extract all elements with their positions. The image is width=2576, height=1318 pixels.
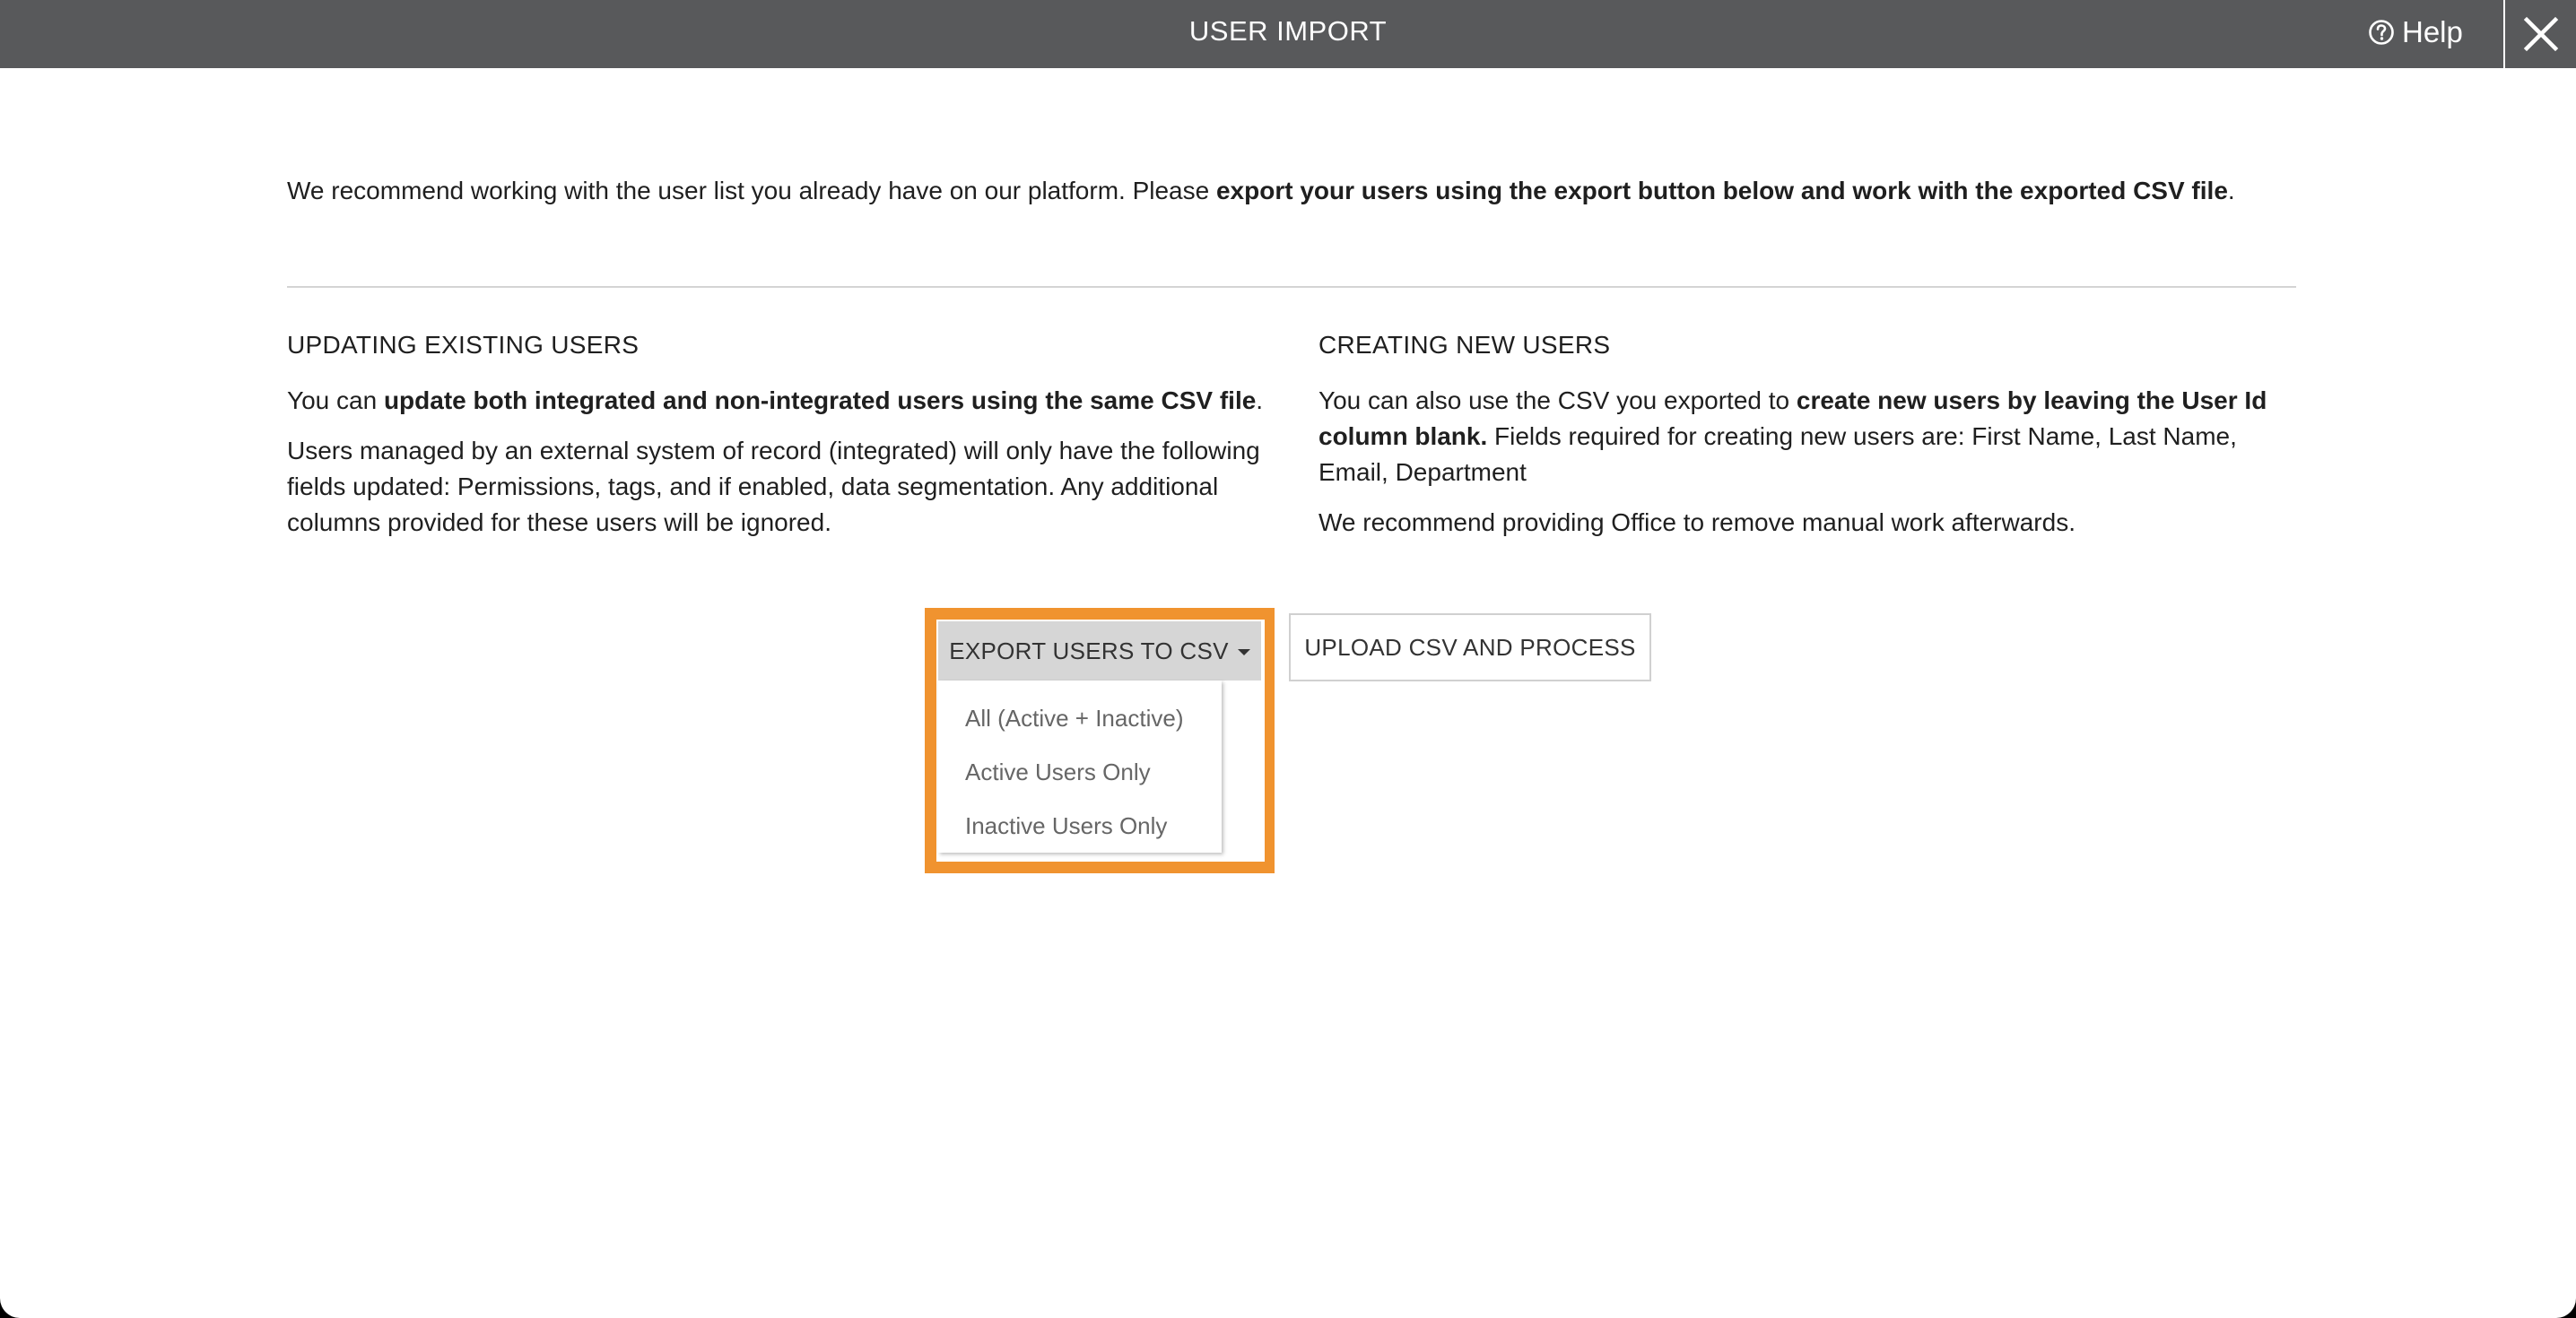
creating-users-paragraph-2: We recommend providing Office to remove … — [1318, 508, 2076, 536]
creating-p1-before: You can also use the CSV you exported to — [1318, 386, 1797, 414]
help-label: Help — [2402, 15, 2463, 48]
caret-down-icon — [1237, 649, 1250, 655]
menu-item-active-users[interactable]: Active Users Only — [938, 745, 1222, 799]
updating-p1-after: . — [1256, 386, 1264, 414]
dialog-title: USER IMPORT — [1188, 15, 1388, 47]
close-icon — [2523, 16, 2558, 52]
intro-text-before: We recommend working with the user list … — [287, 177, 1216, 204]
updating-users-paragraph-2: Users managed by an external system of r… — [287, 437, 1260, 536]
menu-item-all-users[interactable]: All (Active + Inactive) — [938, 691, 1222, 745]
creating-users-heading: CREATING NEW USERS — [1318, 331, 1611, 359]
updating-users-heading: UPDATING EXISTING USERS — [287, 331, 640, 359]
intro-text-after: . — [2227, 177, 2235, 204]
close-button[interactable] — [2505, 0, 2576, 68]
question-circle-icon — [2369, 20, 2394, 45]
upload-csv-button[interactable]: UPLOAD CSV AND PROCESS — [1289, 613, 1651, 681]
dialog-header: USER IMPORT Help — [0, 0, 2576, 68]
help-button[interactable]: Help — [2368, 0, 2463, 65]
section-divider — [287, 286, 2296, 288]
export-dropdown-menu: All (Active + Inactive) Active Users Onl… — [938, 681, 1222, 853]
creating-users-section: CREATING NEW USERS You can also use the … — [1318, 327, 2296, 555]
updating-p1-before: You can — [287, 386, 384, 414]
user-import-dialog: USER IMPORT Help We recommend working wi… — [0, 0, 2576, 1318]
updating-p1-bold: update both integrated and non-integrate… — [383, 386, 1257, 414]
intro-text: We recommend working with the user list … — [287, 173, 2296, 209]
updating-users-paragraph-1: You can update both integrated and non-i… — [287, 383, 1265, 419]
export-dropdown-highlight: EXPORT USERS TO CSV All (Active + Inacti… — [925, 608, 1275, 873]
creating-users-paragraph-1: You can also use the CSV you exported to… — [1318, 383, 2296, 490]
updating-users-section: UPDATING EXISTING USERS You can update b… — [287, 327, 1265, 555]
export-users-label: EXPORT USERS TO CSV — [949, 637, 1229, 664]
intro-text-bold: export your users using the export butto… — [1215, 177, 2228, 204]
export-users-button[interactable]: EXPORT USERS TO CSV — [938, 621, 1261, 681]
menu-item-inactive-users[interactable]: Inactive Users Only — [938, 799, 1222, 853]
